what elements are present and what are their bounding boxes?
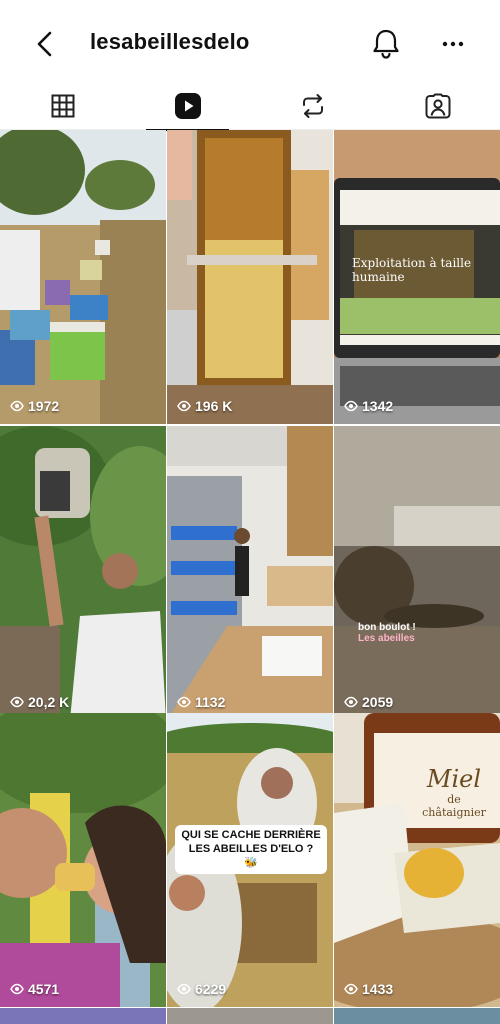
view-count-value: 6229 (195, 981, 227, 997)
eye-icon (10, 983, 24, 995)
reel-thumbnail[interactable]: 1132 (167, 426, 333, 720)
beekeeper-tree-image (0, 426, 166, 720)
bees-hive-closeup-image (334, 426, 500, 720)
view-count-value: 196 K (195, 398, 233, 414)
eye-icon (10, 696, 24, 708)
more-options-icon[interactable] (438, 30, 468, 58)
reel-thumbnail[interactable] (167, 1008, 333, 1024)
honey-cheese-jar-image (334, 713, 500, 1007)
eye-icon (344, 400, 358, 412)
view-count: 1342 (344, 398, 393, 414)
eye-icon (177, 400, 191, 412)
reel-thumbnail[interactable] (334, 1008, 500, 1024)
view-count: 196 K (177, 398, 232, 414)
view-count: 2059 (344, 694, 393, 710)
reel-overlay-text: bon boulot ! Les abeilles (358, 622, 416, 644)
eye-icon (344, 983, 358, 995)
view-count-value: 2059 (362, 694, 394, 710)
view-count: 1972 (10, 398, 59, 414)
view-count-value: 4571 (28, 981, 60, 997)
grid-icon (51, 94, 74, 118)
honeycomb-frame-image (167, 130, 333, 424)
tab-reposts[interactable] (250, 82, 375, 130)
reels-icon (174, 93, 201, 119)
eye-icon (177, 983, 191, 995)
reel-thumbnail[interactable]: 1972 (0, 130, 166, 424)
profile-tabs (0, 82, 500, 131)
view-count-value: 1972 (28, 398, 60, 414)
view-count: 1433 (344, 981, 393, 997)
profile-header: lesabeillesdelo (0, 0, 500, 88)
account-username: lesabeillesdelo (90, 29, 250, 54)
eye-icon (10, 400, 24, 412)
repost-icon (302, 94, 323, 118)
tagged-person-icon (425, 93, 450, 119)
tab-grid[interactable] (0, 82, 125, 130)
reels-grid: 1972 196 K Exploitation à taille humaine… (0, 130, 500, 1024)
view-count: 1132 (177, 694, 225, 710)
reel-thumbnail[interactable]: bon boulot ! Les abeilles 2059 (334, 426, 500, 720)
tab-reels[interactable] (125, 82, 250, 131)
view-count: 4571 (10, 981, 59, 997)
reel-thumbnail[interactable]: Miel de châtaignier 1433 (334, 713, 500, 1007)
view-count-value: 1132 (195, 694, 226, 710)
reel-thumbnail[interactable]: QUI SE CACHE DERRIÈRE LES ABEILLES D'ELO… (167, 713, 333, 1007)
couple-honeycomb-image (0, 713, 166, 1007)
apiary-field-image (0, 130, 166, 424)
view-count: 20,2 K (10, 694, 69, 710)
view-count: 6229 (177, 981, 226, 997)
reel-thumbnail[interactable]: 4571 (0, 713, 166, 1007)
eye-icon (177, 696, 191, 708)
reel-thumbnail[interactable]: 20,2 K (0, 426, 166, 720)
reel-thumbnail[interactable] (0, 1008, 166, 1024)
partial-image (334, 1008, 500, 1024)
honey-workshop-image (167, 426, 333, 720)
view-count-value: 1433 (362, 981, 394, 997)
lavender-image (0, 1008, 166, 1024)
view-count-value: 20,2 K (28, 694, 70, 710)
eye-icon (344, 696, 358, 708)
back-arrow-icon[interactable] (30, 28, 62, 60)
honey-jar-label: Miel de châtaignier (422, 765, 486, 819)
reel-thumbnail[interactable]: Exploitation à taille humaine 1342 (334, 130, 500, 424)
reel-caption-box: QUI SE CACHE DERRIÈRE LES ABEILLES D'ELO… (175, 825, 327, 875)
bell-icon[interactable] (368, 26, 404, 62)
reel-thumbnail[interactable]: 196 K (167, 130, 333, 424)
tab-tagged[interactable] (375, 82, 500, 130)
view-count-value: 1342 (362, 398, 394, 414)
reel-overlay-text: Exploitation à taille humaine (352, 256, 472, 284)
partial-image (167, 1008, 333, 1024)
